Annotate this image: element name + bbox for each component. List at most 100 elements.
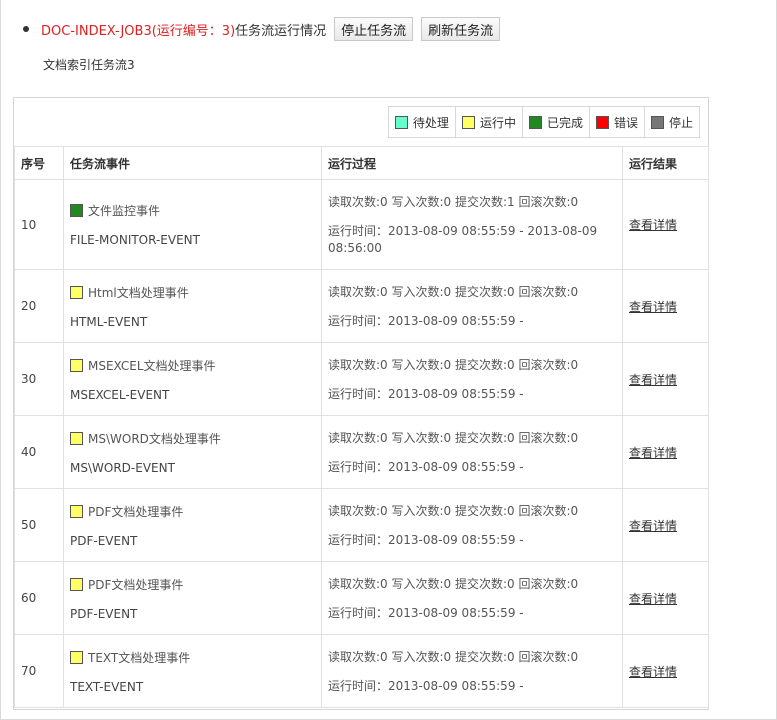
- col-header-event: 任务流事件: [63, 146, 322, 180]
- process-counts: 读取次数:0 写入次数:0 提交次数:0 回滚次数:0: [328, 576, 579, 591]
- legend-label: 已完成: [546, 115, 583, 130]
- result-cell: 查看详情: [622, 488, 709, 562]
- result-cell: 查看详情: [622, 342, 709, 416]
- workflow-panel: 待处理 运行中 已完成 错误 停止 序号 任务流事件 运行过程 运行结果 10 …: [13, 97, 709, 710]
- legend-label: 运行中: [479, 115, 516, 130]
- status-swatch-icon: [70, 431, 83, 445]
- process-counts: 读取次数:0 写入次数:0 提交次数:0 回滚次数:0: [328, 503, 579, 518]
- event-code: TEXT-EVENT: [70, 679, 144, 694]
- seq-cell: 30: [14, 342, 64, 416]
- view-details-link[interactable]: 查看详情: [629, 218, 677, 232]
- process-counts: 读取次数:0 写入次数:0 提交次数:0 回滚次数:0: [328, 284, 579, 299]
- view-details-link[interactable]: 查看详情: [629, 519, 677, 533]
- view-details-link[interactable]: 查看详情: [629, 373, 677, 387]
- event-code: PDF-EVENT: [70, 606, 138, 621]
- process-time: 运行时间：2013-08-09 08:55:59 - 2013-08-09 08…: [328, 223, 598, 255]
- pending-swatch-icon: [394, 115, 408, 129]
- status-swatch-icon: [70, 650, 83, 664]
- event-code: FILE-MONITOR-EVENT: [70, 233, 200, 247]
- table-row: 40 MS\WORD文档处理事件 MS\WORD-EVENT 读取次数:0 写入次数:…: [14, 415, 709, 489]
- event-name: MSEXCEL文档处理事件: [88, 358, 216, 373]
- event-code: PDF-EVENT: [70, 533, 138, 548]
- event-name-line: MS\WORD文档处理事件: [70, 430, 315, 447]
- seq-number: 20: [21, 299, 37, 313]
- done-swatch-icon: [528, 115, 542, 129]
- job-title: DOC-INDEX-JOB3(运行编号：3): [41, 23, 236, 39]
- legend-item-pending: 待处理: [389, 107, 455, 137]
- legend-item-error: 错误: [588, 107, 644, 137]
- process-cell: 读取次数:0 写入次数:0 提交次数:1 回滚次数:0 运行时间：2013-08-…: [321, 179, 623, 270]
- seq-number: 70: [21, 664, 37, 678]
- seq-number: 50: [21, 518, 37, 532]
- view-details-link[interactable]: 查看详情: [629, 446, 677, 460]
- event-cell: 文件监控事件 FILE-MONITOR-EVENT: [63, 179, 322, 270]
- seq-cell: 50: [14, 488, 64, 562]
- process-time: 运行时间：2013-08-09 08:55:59 -: [328, 532, 524, 547]
- view-details-link[interactable]: 查看详情: [629, 665, 677, 679]
- table-row: 30 MSEXCEL文档处理事件 MSEXCEL-EVENT 读取次数:0 写入次数:…: [14, 342, 709, 416]
- seq-number: 30: [21, 372, 37, 386]
- seq-cell: 10: [14, 179, 64, 270]
- event-cell: Html文档处理事件 HTML-EVENT: [63, 269, 322, 343]
- seq-cell: 20: [14, 269, 64, 343]
- seq-cell: 40: [14, 415, 64, 489]
- status-swatch-icon: [70, 285, 83, 299]
- event-name: 文件监控事件: [88, 204, 161, 218]
- result-cell: 查看详情: [622, 415, 709, 489]
- table-body: 10 文件监控事件 FILE-MONITOR-EVENT 读取次数:0 写入次数:0 …: [14, 179, 709, 708]
- event-name-line: PDF文档处理事件: [70, 503, 315, 520]
- event-cell: PDF文档处理事件 PDF-EVENT: [63, 561, 322, 635]
- event-code: MS\WORD-EVENT: [70, 460, 175, 475]
- process-counts: 读取次数:0 写入次数:0 提交次数:0 回滚次数:0: [328, 430, 579, 445]
- refresh-workflow-button[interactable]: 刷新任务流: [421, 17, 501, 41]
- legend-label: 错误: [613, 115, 638, 130]
- status-swatch-icon: [70, 504, 83, 518]
- status-swatch-icon: [70, 358, 83, 372]
- result-cell: 查看详情: [622, 561, 709, 635]
- event-code: HTML-EVENT: [70, 314, 148, 329]
- bullet-icon: [23, 26, 29, 32]
- event-name-line: 文件监控事件: [70, 202, 315, 219]
- process-cell: 读取次数:0 写入次数:0 提交次数:0 回滚次数:0 运行时间：2013-08-…: [321, 269, 623, 343]
- job-header: DOC-INDEX-JOB3(运行编号：3) 任务流运行情况 停止任务流 刷新任…: [23, 16, 501, 42]
- event-name: TEXT文档处理事件: [88, 650, 191, 665]
- status-swatch-icon: [70, 577, 83, 591]
- job-title-suffix: 任务流运行情况: [235, 23, 327, 39]
- col-header-result: 运行结果: [622, 146, 709, 180]
- table-row: 70 TEXT文档处理事件 TEXT-EVENT 读取次数:0 写入次数:0 提交次数…: [14, 634, 709, 708]
- status-swatch-icon: [70, 204, 83, 217]
- legend-item-stopped: 停止: [643, 107, 699, 137]
- stopped-swatch-icon: [650, 115, 664, 129]
- table-row: 10 文件监控事件 FILE-MONITOR-EVENT 读取次数:0 写入次数:0 …: [14, 179, 709, 270]
- process-time: 运行时间：2013-08-09 08:55:59 -: [328, 605, 524, 620]
- workflow-subtitle: 文档索引任务流3: [43, 58, 135, 72]
- workflow-table: 序号 任务流事件 运行过程 运行结果 10 文件监控事件 FILE-MONITOR-…: [14, 146, 709, 708]
- event-cell: TEXT文档处理事件 TEXT-EVENT: [63, 634, 322, 708]
- view-details-link[interactable]: 查看详情: [629, 300, 677, 314]
- result-cell: 查看详情: [622, 179, 709, 270]
- view-details-link[interactable]: 查看详情: [629, 592, 677, 606]
- event-name-line: PDF文档处理事件: [70, 576, 315, 593]
- process-counts: 读取次数:0 写入次数:0 提交次数:1 回滚次数:0: [328, 194, 579, 209]
- legend-item-running: 运行中: [454, 107, 522, 137]
- status-legend: 待处理 运行中 已完成 错误 停止: [387, 106, 700, 138]
- legend-label: 待处理: [412, 115, 449, 130]
- col-header-process: 运行过程: [321, 146, 623, 180]
- event-name-line: TEXT文档处理事件: [70, 649, 315, 666]
- event-code: MSEXCEL-EVENT: [70, 387, 170, 402]
- table-row: 20 Html文档处理事件 HTML-EVENT 读取次数:0 写入次数:0 提交次数…: [14, 269, 709, 343]
- process-cell: 读取次数:0 写入次数:0 提交次数:0 回滚次数:0 运行时间：2013-08-…: [321, 415, 623, 489]
- seq-cell: 70: [14, 634, 64, 708]
- event-name: Html文档处理事件: [88, 285, 189, 300]
- seq-cell: 60: [14, 561, 64, 635]
- seq-number: 10: [21, 217, 37, 232]
- error-swatch-icon: [595, 115, 609, 129]
- table-header-row: 序号 任务流事件 运行过程 运行结果: [14, 146, 709, 180]
- process-counts: 读取次数:0 写入次数:0 提交次数:0 回滚次数:0: [328, 357, 579, 372]
- page-frame: DOC-INDEX-JOB3(运行编号：3) 任务流运行情况 停止任务流 刷新任…: [0, 0, 777, 720]
- result-cell: 查看详情: [622, 634, 709, 708]
- seq-number: 60: [21, 591, 37, 605]
- stop-workflow-button[interactable]: 停止任务流: [334, 17, 414, 41]
- event-name: MS\WORD文档处理事件: [88, 431, 221, 446]
- seq-number: 40: [21, 445, 37, 459]
